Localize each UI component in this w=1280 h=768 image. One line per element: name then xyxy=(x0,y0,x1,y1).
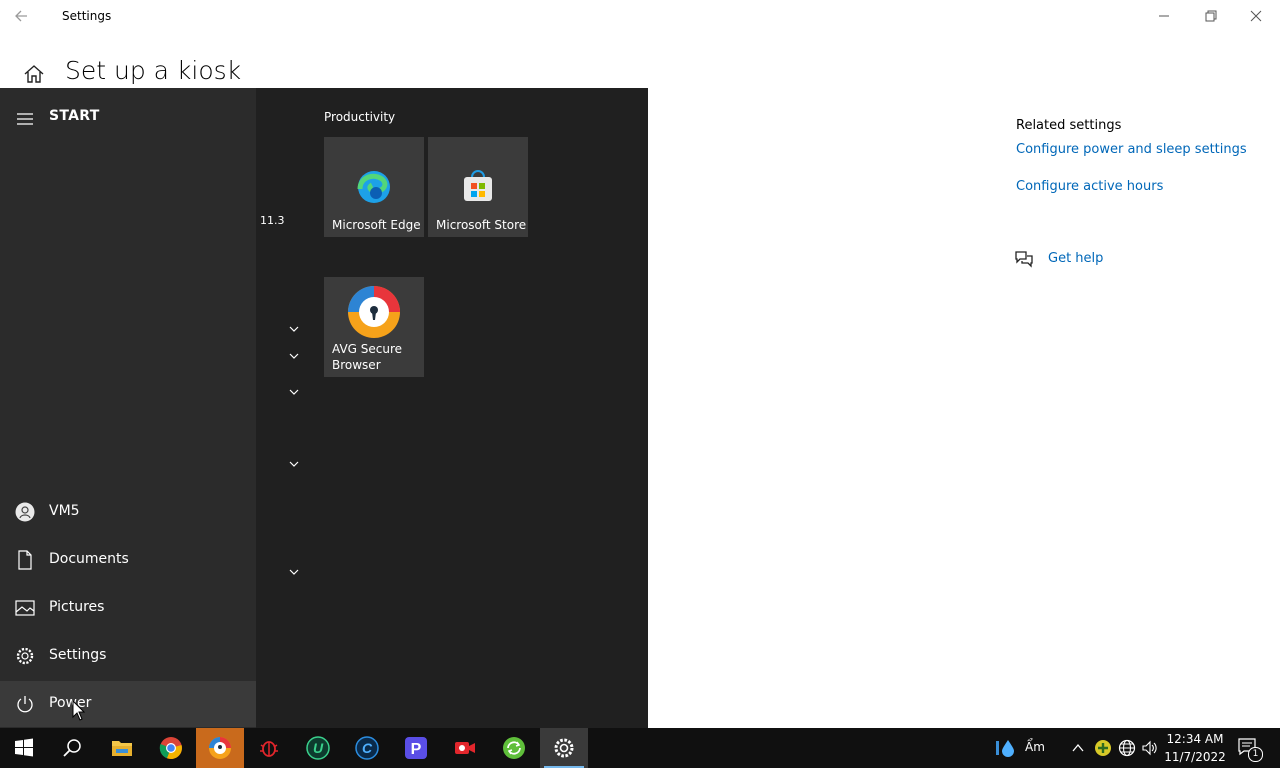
taskbar-avg-browser[interactable] xyxy=(196,728,244,768)
restore-button[interactable] xyxy=(1187,4,1233,28)
u-app-icon: U xyxy=(306,736,330,760)
video-record-icon xyxy=(455,742,475,754)
taskbar-antivirus[interactable] xyxy=(245,728,293,768)
weather-humidity-icon[interactable] xyxy=(994,738,1018,758)
nav-item-power[interactable]: Power xyxy=(0,681,256,727)
gear-icon xyxy=(15,646,35,666)
globe-network-icon[interactable] xyxy=(1118,739,1136,757)
avg-browser-icon xyxy=(347,285,401,339)
start-menu: START VM5 Documents Pictures Settings Po… xyxy=(0,88,648,728)
tile-avg-secure-browser[interactable]: AVG Secure Browser xyxy=(324,277,424,377)
search-button[interactable] xyxy=(48,728,96,768)
app-list-label: 11.3 xyxy=(260,214,285,227)
sync-icon xyxy=(503,737,525,759)
taskbar-settings[interactable] xyxy=(540,728,588,768)
taskbar-app-p[interactable]: P xyxy=(392,728,440,768)
close-icon xyxy=(1250,10,1262,22)
page-title: Set up a kiosk xyxy=(65,56,242,85)
svg-text:P: P xyxy=(411,741,422,758)
nav-label-pictures: Pictures xyxy=(49,599,105,615)
chevron-down-icon[interactable] xyxy=(288,387,300,397)
title-bar: Settings xyxy=(0,0,1280,32)
related-settings-title: Related settings xyxy=(1016,118,1122,133)
minimize-button[interactable] xyxy=(1141,4,1187,28)
mouse-cursor-icon xyxy=(72,700,86,721)
clock-date: 11/7/2022 xyxy=(1164,750,1226,764)
tile-label: Microsoft Store xyxy=(436,218,527,232)
window-title: Settings xyxy=(62,9,112,23)
nav-item-user[interactable]: VM5 xyxy=(0,489,256,535)
taskbar-app-u[interactable]: U xyxy=(294,728,342,768)
back-arrow-icon xyxy=(15,10,27,22)
get-help-link[interactable]: Get help xyxy=(1048,251,1103,266)
weather-text[interactable]: Ẩm xyxy=(1025,740,1045,754)
tile-label: AVG Secure Browser xyxy=(332,342,403,372)
app-list: 11.3 xyxy=(256,88,316,728)
document-icon xyxy=(15,550,35,570)
edge-icon xyxy=(354,167,394,207)
nav-item-settings[interactable]: Settings xyxy=(0,633,256,679)
windows-logo-icon xyxy=(15,738,33,757)
taskbar-screen-recorder[interactable] xyxy=(441,728,489,768)
system-clock[interactable]: 12:34 AM 11/7/2022 xyxy=(1160,730,1230,766)
tile-microsoft-edge[interactable]: Microsoft Edge xyxy=(324,137,424,237)
restore-icon xyxy=(1205,10,1217,22)
nav-label-documents: Documents xyxy=(49,551,129,567)
minimize-icon xyxy=(1159,15,1169,17)
svg-text:C: C xyxy=(362,740,373,756)
chevron-down-icon[interactable] xyxy=(288,459,300,469)
start-nav-rail: START VM5 Documents Pictures Settings Po… xyxy=(0,88,256,728)
action-center-button[interactable]: 1 xyxy=(1236,736,1263,762)
search-icon xyxy=(63,739,81,757)
plus-badge-icon[interactable] xyxy=(1094,739,1112,757)
nav-label-user: VM5 xyxy=(49,503,80,519)
start-button[interactable] xyxy=(0,728,48,768)
taskbar-sync-app[interactable] xyxy=(490,728,538,768)
tile-group-title: Productivity xyxy=(324,110,396,124)
start-label: START xyxy=(49,108,100,124)
folder-icon xyxy=(112,741,132,756)
chevron-up-icon[interactable] xyxy=(1070,740,1086,756)
power-icon xyxy=(15,694,35,714)
gear-icon xyxy=(554,738,574,758)
taskbar-file-explorer[interactable] xyxy=(98,728,146,768)
home-icon[interactable] xyxy=(22,62,46,86)
start-header[interactable]: START xyxy=(0,102,256,130)
hamburger-icon[interactable] xyxy=(17,110,33,125)
back-button[interactable] xyxy=(12,6,36,26)
speaker-volume-icon[interactable] xyxy=(1141,739,1159,757)
c-app-icon: C xyxy=(355,736,379,760)
svg-text:U: U xyxy=(313,740,324,756)
chrome-icon xyxy=(159,737,182,760)
nav-item-pictures[interactable]: Pictures xyxy=(0,585,256,631)
clock-time: 12:34 AM xyxy=(1166,732,1224,746)
active-hours-link[interactable]: Configure active hours xyxy=(1016,179,1266,194)
tile-label: Microsoft Edge xyxy=(332,218,421,232)
bug-shield-icon xyxy=(260,741,278,757)
power-sleep-link[interactable]: Configure power and sleep settings xyxy=(1016,142,1266,157)
tile-microsoft-store[interactable]: Microsoft Store xyxy=(428,137,528,237)
related-settings: Related settings Configure power and sle… xyxy=(1016,118,1266,216)
picture-icon xyxy=(15,598,35,618)
nav-label-settings: Settings xyxy=(49,647,107,663)
p-app-icon: P xyxy=(405,737,427,759)
notification-count-badge: 1 xyxy=(1248,747,1263,762)
taskbar: U C P Ẩm 12:34 AM 11/7/2022 1 xyxy=(0,728,1280,768)
store-icon xyxy=(458,167,498,207)
avg-browser-icon xyxy=(209,737,231,759)
user-avatar-icon xyxy=(15,502,35,522)
chat-help-icon xyxy=(1014,249,1034,269)
nav-item-documents[interactable]: Documents xyxy=(0,537,256,583)
taskbar-chrome[interactable] xyxy=(147,728,195,768)
chevron-down-icon[interactable] xyxy=(288,567,300,577)
chevron-down-icon[interactable] xyxy=(288,324,300,334)
chevron-down-icon[interactable] xyxy=(288,351,300,361)
close-button[interactable] xyxy=(1233,4,1279,28)
taskbar-app-c[interactable]: C xyxy=(343,728,391,768)
